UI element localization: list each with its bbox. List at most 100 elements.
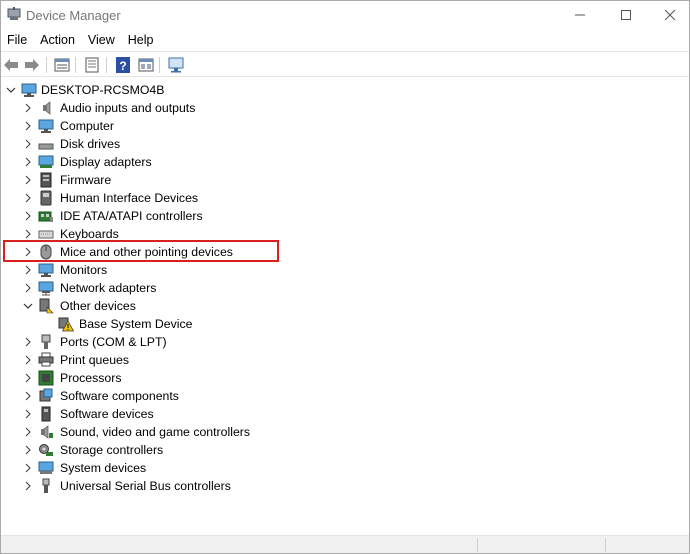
- chevron-right-icon[interactable]: [21, 441, 35, 459]
- scan-hardware-icon[interactable]: [167, 56, 185, 74]
- toolbar-separator: [75, 57, 76, 73]
- computer-name: DESKTOP-RCSMO4B: [41, 83, 165, 97]
- toolbar-separator: [159, 57, 160, 73]
- tree-item-print-queues[interactable]: Print queues: [1, 351, 689, 369]
- tree-item-label: Software devices: [60, 407, 154, 421]
- tree-item-label: IDE ATA/ATAPI controllers: [60, 209, 203, 223]
- tree-item-audio[interactable]: Audio inputs and outputs: [1, 99, 689, 117]
- tree-item-processors[interactable]: Processors: [1, 369, 689, 387]
- speaker-icon: [38, 100, 54, 116]
- tree-item-usb[interactable]: Universal Serial Bus controllers: [1, 477, 689, 495]
- toolbar-separator: [106, 57, 107, 73]
- tree-item-label: Software components: [60, 389, 179, 403]
- tree-item-system-devices[interactable]: System devices: [1, 459, 689, 477]
- tree-item-label: Sound, video and game controllers: [60, 425, 251, 439]
- chevron-right-icon[interactable]: [21, 369, 35, 387]
- chevron-right-icon[interactable]: [21, 459, 35, 477]
- tree-item-label: Monitors: [60, 263, 108, 277]
- tree-item-hid[interactable]: Human Interface Devices: [1, 189, 689, 207]
- chevron-right-icon[interactable]: [21, 351, 35, 369]
- tree-item-label: Display adapters: [60, 155, 152, 169]
- tree-item-label: Ports (COM & LPT): [60, 335, 167, 349]
- tree-item-label: Network adapters: [60, 281, 157, 295]
- device-manager-icon: [7, 7, 21, 21]
- tree-item-label: Keyboards: [60, 227, 119, 241]
- tree-item-display-adapters[interactable]: Display adapters: [1, 153, 689, 171]
- tree-item-ports[interactable]: Ports (COM & LPT): [1, 333, 689, 351]
- maximize-button[interactable]: [603, 1, 649, 29]
- chevron-right-icon[interactable]: [21, 333, 35, 351]
- ide-controller-icon: [38, 208, 54, 224]
- menu-file[interactable]: File: [1, 29, 34, 51]
- menu-view[interactable]: View: [82, 29, 122, 51]
- properties-icon[interactable]: [53, 56, 71, 74]
- chevron-down-icon[interactable]: [21, 297, 35, 315]
- forward-icon[interactable]: [23, 56, 41, 74]
- monitor-icon: [38, 118, 54, 134]
- tree-item-label: Universal Serial Bus controllers: [60, 479, 231, 493]
- printer-icon: [38, 352, 54, 368]
- status-bar: [1, 535, 689, 553]
- help-icon[interactable]: ?: [114, 56, 132, 74]
- tree-item-software-devices[interactable]: Software devices: [1, 405, 689, 423]
- chevron-right-icon[interactable]: [21, 189, 35, 207]
- chevron-right-icon[interactable]: [21, 153, 35, 171]
- system-devices-icon: [38, 460, 54, 476]
- tree-item-storage-controllers[interactable]: Storage controllers: [1, 441, 689, 459]
- tree-item-label: Firmware: [60, 173, 112, 187]
- chevron-right-icon[interactable]: [21, 261, 35, 279]
- computer-icon: [21, 82, 37, 98]
- update-driver-icon[interactable]: [83, 56, 101, 74]
- title-bar: Device Manager: [1, 1, 689, 29]
- other-devices-icon: [38, 298, 54, 314]
- chevron-right-icon[interactable]: [21, 171, 35, 189]
- sound-icon: [38, 424, 54, 440]
- tree-item-label: Storage controllers: [60, 443, 164, 457]
- tree-item-computer[interactable]: Computer: [1, 117, 689, 135]
- tree-item-label: Print queues: [60, 353, 130, 367]
- chevron-right-icon[interactable]: [21, 135, 35, 153]
- status-divider: [477, 538, 478, 552]
- menu-bar: File Action View Help: [1, 29, 689, 51]
- menu-action[interactable]: Action: [34, 29, 82, 51]
- tree-item-firmware[interactable]: Firmware: [1, 171, 689, 189]
- tree-item-network-adapters[interactable]: Network adapters: [1, 279, 689, 297]
- window-title: Device Manager: [26, 8, 121, 23]
- device-manager-window: Device Manager File Action View Help ? D…: [0, 0, 690, 554]
- highlight-box: [3, 240, 279, 262]
- chevron-right-icon[interactable]: [21, 405, 35, 423]
- tree-item-label: Human Interface Devices: [60, 191, 199, 205]
- chevron-right-icon[interactable]: [21, 117, 35, 135]
- chevron-right-icon[interactable]: [21, 99, 35, 117]
- minimize-button[interactable]: [557, 1, 603, 29]
- device-tree: DESKTOP-RCSMO4B Audio inputs and outputs…: [1, 81, 689, 533]
- tree-item-other-devices[interactable]: Other devices: [1, 297, 689, 315]
- tree-item-software-components[interactable]: Software components: [1, 387, 689, 405]
- tree-item-base-system-device[interactable]: Base System Device: [1, 315, 689, 333]
- tree-item-label: Base System Device: [79, 317, 193, 331]
- tree-item-disk-drives[interactable]: Disk drives: [1, 135, 689, 153]
- svg-text:?: ?: [119, 59, 126, 73]
- storage-controller-icon: [38, 442, 54, 458]
- toolbar-separator: [46, 57, 47, 73]
- processor-icon: [38, 370, 54, 386]
- chevron-right-icon[interactable]: [21, 387, 35, 405]
- chevron-right-icon[interactable]: [21, 423, 35, 441]
- tree-item-label: Disk drives: [60, 137, 121, 151]
- show-hidden-icon[interactable]: [137, 56, 155, 74]
- back-icon[interactable]: [2, 56, 20, 74]
- tree-item-ide[interactable]: IDE ATA/ATAPI controllers: [1, 207, 689, 225]
- tree-root[interactable]: DESKTOP-RCSMO4B: [1, 81, 689, 99]
- menu-help[interactable]: Help: [122, 29, 161, 51]
- toolbar: ?: [1, 51, 689, 77]
- close-button[interactable]: [647, 1, 690, 29]
- tree-item-sound[interactable]: Sound, video and game controllers: [1, 423, 689, 441]
- chevron-right-icon[interactable]: [21, 279, 35, 297]
- tree-item-monitors[interactable]: Monitors: [1, 261, 689, 279]
- chevron-right-icon[interactable]: [21, 207, 35, 225]
- monitor-icon: [38, 262, 54, 278]
- tree-item-label: Audio inputs and outputs: [60, 101, 196, 115]
- chevron-right-icon[interactable]: [21, 477, 35, 495]
- chevron-down-icon[interactable]: [4, 81, 18, 99]
- disk-drive-icon: [38, 136, 54, 152]
